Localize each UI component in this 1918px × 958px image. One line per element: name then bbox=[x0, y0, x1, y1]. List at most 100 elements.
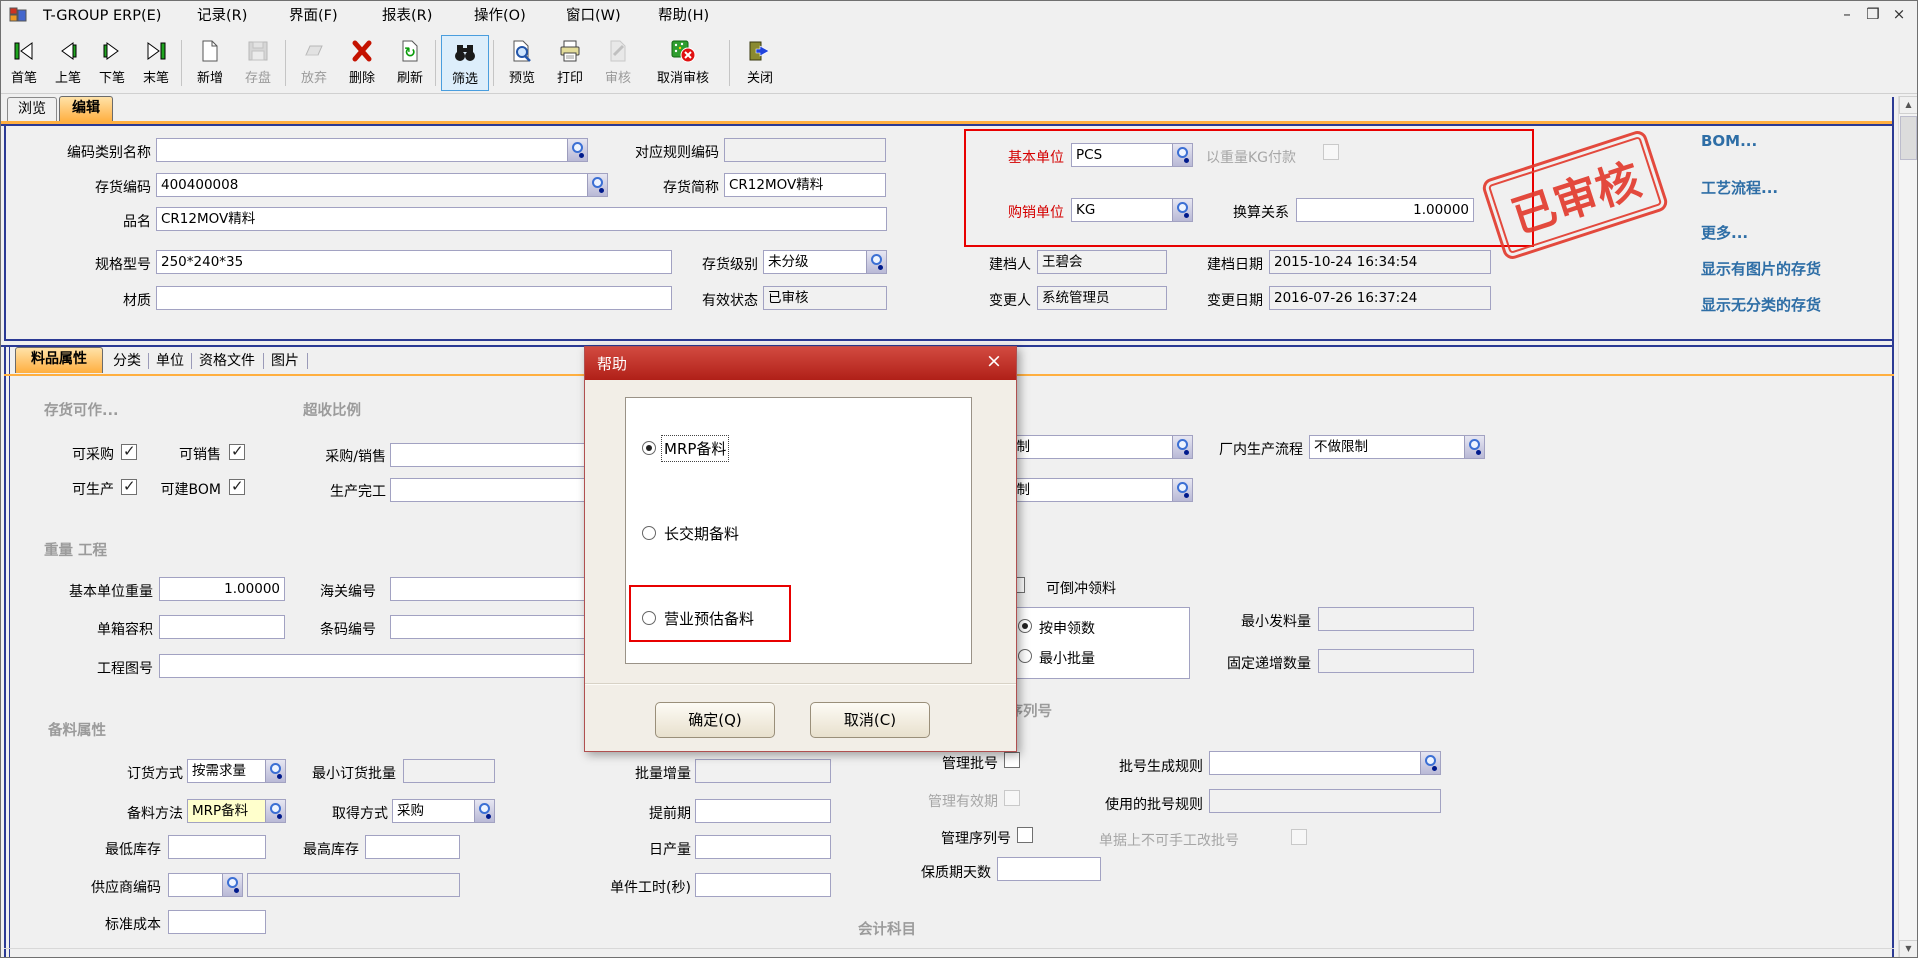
restore-button[interactable]: ❒ bbox=[1861, 3, 1885, 25]
lead-time-field[interactable] bbox=[695, 799, 831, 823]
tab-unit[interactable]: 单位 bbox=[156, 349, 184, 373]
print-button[interactable]: 打印 bbox=[547, 35, 593, 91]
menu-report[interactable]: 报表(R) bbox=[378, 5, 436, 27]
tab-category[interactable]: 分类 bbox=[113, 349, 141, 373]
menu-action[interactable]: 操作(O) bbox=[470, 5, 530, 27]
scroll-down-icon[interactable]: ▼ bbox=[1899, 940, 1918, 958]
customs-code-field[interactable] bbox=[390, 577, 586, 601]
purchase-sale-field[interactable] bbox=[390, 443, 586, 467]
cancel-audit-button[interactable]: 取消审核 bbox=[643, 35, 723, 91]
first-record-icon bbox=[3, 35, 45, 67]
lookup-icon[interactable] bbox=[1172, 144, 1192, 166]
link-show-with-image[interactable]: 显示有图片的存货 bbox=[1701, 258, 1821, 279]
last-record-button[interactable]: 末笔 bbox=[135, 35, 177, 91]
prod-finish-field[interactable] bbox=[390, 478, 586, 502]
link-process-flow[interactable]: 工艺流程... bbox=[1701, 177, 1778, 198]
minimize-button[interactable]: – bbox=[1835, 3, 1859, 25]
scrollbar-thumb[interactable] bbox=[1900, 116, 1917, 160]
max-stock-field[interactable] bbox=[365, 835, 460, 859]
preview-button[interactable]: 预览 bbox=[499, 35, 545, 91]
menu-help[interactable]: 帮助(H) bbox=[654, 5, 713, 27]
lookup-icon[interactable] bbox=[1420, 752, 1440, 774]
close-window-button[interactable]: 关闭 bbox=[737, 35, 783, 91]
item-abbr-field[interactable]: CR12MOV精料 bbox=[724, 173, 886, 197]
link-show-unclassified[interactable]: 显示无分类的存货 bbox=[1701, 294, 1821, 315]
cancel-button[interactable]: 取消(C) bbox=[810, 702, 930, 738]
level-field[interactable]: 未分级 bbox=[763, 250, 887, 274]
acquire-mode-field[interactable]: 采购 bbox=[392, 799, 495, 823]
sales-forecast-option-radio[interactable] bbox=[642, 611, 656, 625]
supplier-code-field[interactable] bbox=[168, 873, 243, 897]
manage-batch-checkbox[interactable] bbox=[1004, 752, 1020, 768]
factory-flow-field[interactable]: 不做限制 bbox=[1309, 435, 1485, 459]
tab-image[interactable]: 图片 bbox=[271, 349, 299, 373]
audit-button: 审核 bbox=[595, 35, 641, 91]
vertical-scrollbar[interactable]: ▲ ▼ bbox=[1898, 96, 1917, 958]
first-record-button[interactable]: 首笔 bbox=[3, 35, 45, 91]
item-name-field[interactable]: CR12MOV精料 bbox=[156, 207, 887, 231]
menu-record[interactable]: 记录(R) bbox=[193, 5, 251, 27]
acquire-mode-label: 取得方式 bbox=[238, 803, 388, 823]
sales-forecast-option-label[interactable]: 营业预估备料 bbox=[664, 608, 754, 629]
new-button[interactable]: 新增 bbox=[187, 35, 233, 91]
link-bom[interactable]: BOM... bbox=[1701, 132, 1757, 150]
tab-item-attr[interactable]: 料品属性 bbox=[15, 347, 103, 373]
pay-by-kg-label: 以重量KG付款 bbox=[1206, 147, 1326, 167]
box-volume-field[interactable] bbox=[159, 615, 285, 639]
bom-checkbox[interactable] bbox=[229, 479, 245, 495]
next-record-button[interactable]: 下笔 bbox=[91, 35, 133, 91]
ok-button[interactable]: 确定(Q) bbox=[655, 702, 775, 738]
customs-code-label: 海关编号 bbox=[276, 581, 376, 601]
unit-time-field[interactable] bbox=[695, 873, 831, 897]
refresh-button[interactable]: ↻ 刷新 bbox=[387, 35, 433, 91]
manage-serial-checkbox[interactable] bbox=[1017, 827, 1033, 843]
conv-field[interactable]: 1.00000 bbox=[1296, 198, 1474, 222]
by-request-radio[interactable] bbox=[1018, 619, 1032, 633]
tab-separator bbox=[263, 353, 264, 369]
batch-rule-field[interactable] bbox=[1209, 751, 1441, 775]
purchasable-checkbox[interactable] bbox=[121, 444, 137, 460]
lookup-icon[interactable] bbox=[1172, 479, 1192, 501]
base-weight-field[interactable]: 1.00000 bbox=[159, 577, 285, 601]
barcode-label: 条码编号 bbox=[276, 619, 376, 639]
long-lead-option-label[interactable]: 长交期备料 bbox=[664, 523, 739, 544]
help-dialog-close-icon[interactable]: × bbox=[982, 350, 1006, 372]
shelf-days-field[interactable] bbox=[997, 857, 1101, 881]
spec-field[interactable]: 250*240*35 bbox=[156, 250, 672, 274]
std-cost-field[interactable] bbox=[168, 910, 266, 934]
menu-window[interactable]: 窗口(W) bbox=[562, 5, 625, 27]
tab-edit[interactable]: 编辑 bbox=[59, 96, 113, 122]
help-dialog-titlebar[interactable]: 帮助 × bbox=[585, 347, 1016, 380]
barcode-field[interactable] bbox=[390, 615, 586, 639]
filter-button[interactable]: 筛选 bbox=[441, 35, 489, 91]
tab-qualification[interactable]: 资格文件 bbox=[199, 349, 255, 373]
min-batch-radio[interactable] bbox=[1018, 649, 1032, 663]
item-code-field[interactable]: 400400008 bbox=[156, 173, 608, 197]
preview-icon bbox=[499, 35, 545, 67]
lookup-icon[interactable] bbox=[1464, 436, 1484, 458]
close-button[interactable]: × bbox=[1887, 3, 1911, 25]
lookup-icon[interactable] bbox=[222, 874, 242, 896]
drawing-no-field[interactable] bbox=[159, 654, 587, 678]
cat-name-field[interactable] bbox=[156, 138, 588, 162]
scroll-up-icon[interactable]: ▲ bbox=[1899, 96, 1918, 114]
mrp-option-label[interactable]: MRP备料 bbox=[664, 438, 726, 459]
tab-browse[interactable]: 浏览 bbox=[7, 97, 57, 122]
mrp-option-radio[interactable] bbox=[642, 441, 656, 455]
menu-ui[interactable]: 界面(F) bbox=[285, 5, 342, 27]
min-issue-field bbox=[1318, 607, 1474, 631]
lookup-icon[interactable] bbox=[474, 800, 494, 822]
base-unit-field[interactable]: PCS bbox=[1071, 143, 1193, 167]
dialog-divider bbox=[585, 683, 1016, 685]
prev-record-button[interactable]: 上笔 bbox=[47, 35, 89, 91]
link-more[interactable]: 更多... bbox=[1701, 222, 1748, 243]
bottom-divider bbox=[4, 948, 1894, 949]
material-field[interactable] bbox=[156, 286, 672, 310]
long-lead-option-radio[interactable] bbox=[642, 526, 656, 540]
producible-checkbox[interactable] bbox=[121, 479, 137, 495]
daily-output-field[interactable] bbox=[695, 835, 831, 859]
delete-button[interactable]: 删除 bbox=[339, 35, 385, 91]
rule-code-field[interactable] bbox=[724, 138, 886, 162]
menu-app[interactable]: T-GROUP ERP(E) bbox=[39, 5, 165, 27]
sellable-checkbox[interactable] bbox=[229, 444, 245, 460]
